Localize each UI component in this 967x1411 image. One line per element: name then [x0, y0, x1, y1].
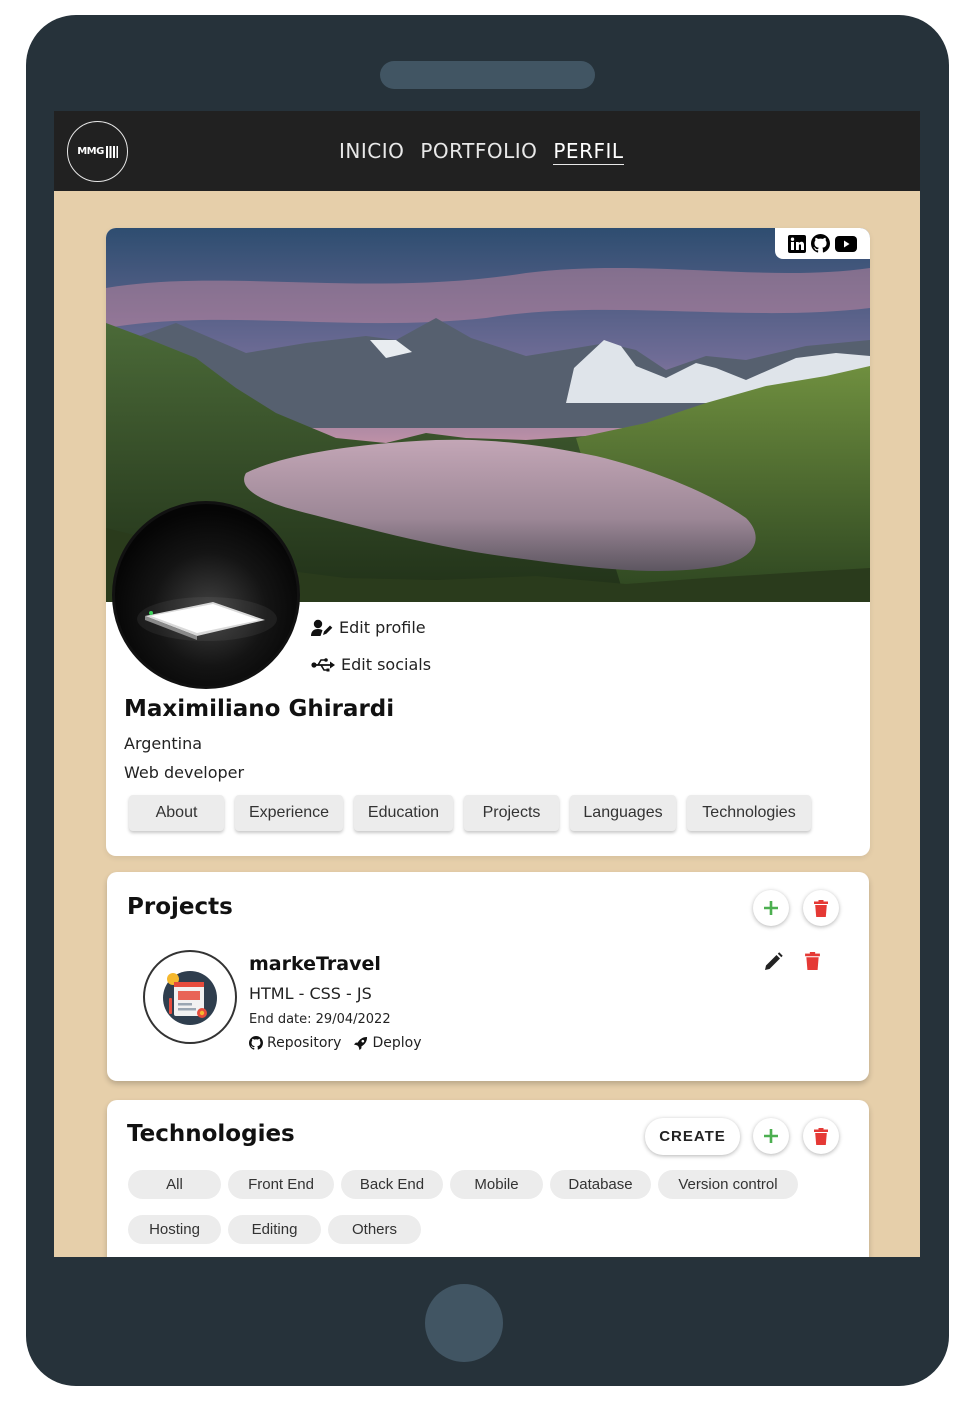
filter-mobile[interactable]: Mobile — [450, 1170, 543, 1199]
tab-technologies[interactable]: Technologies — [687, 795, 811, 831]
filter-others[interactable]: Others — [328, 1215, 421, 1244]
project-end-date: End date: 29/04/2022 — [249, 1012, 391, 1027]
tab-experience[interactable]: Experience — [235, 795, 343, 831]
social-links-box — [775, 228, 870, 259]
delete-projects-button[interactable] — [803, 890, 839, 926]
tab-about[interactable]: About — [129, 795, 224, 831]
edit-socials-link[interactable]: Edit socials — [311, 655, 431, 674]
plus-icon — [764, 901, 778, 915]
project-technologies: HTML - CSS - JS — [249, 984, 372, 1003]
app-screen: MMG INICIO PORTFOLIO PERFIL Edit profile… — [54, 111, 920, 1257]
technologies-title: Technologies — [127, 1121, 295, 1147]
github-icon[interactable] — [811, 234, 830, 253]
project-name: markeTravel — [249, 953, 381, 975]
profile-role: Web developer — [124, 763, 245, 782]
trash-icon — [804, 952, 820, 970]
project-repository-link[interactable]: Repository — [249, 1035, 341, 1051]
youtube-icon[interactable] — [835, 235, 857, 252]
delete-project-button[interactable] — [802, 951, 822, 971]
edit-profile-link[interactable]: Edit profile — [311, 618, 426, 637]
linkedin-icon[interactable] — [788, 234, 806, 253]
filter-front-end[interactable]: Front End — [228, 1170, 334, 1199]
project-links: Repository Deploy — [249, 1035, 421, 1051]
deploy-label: Deploy — [372, 1035, 422, 1051]
filter-version-control[interactable]: Version control — [658, 1170, 798, 1199]
trash-icon — [814, 1127, 828, 1145]
add-technology-button[interactable] — [753, 1118, 789, 1154]
tablet-device-frame: MMG INICIO PORTFOLIO PERFIL Edit profile… — [26, 15, 949, 1386]
tab-education[interactable]: Education — [354, 795, 453, 831]
projects-title: Projects — [127, 894, 233, 920]
project-deploy-link[interactable]: Deploy — [353, 1035, 421, 1051]
nav-link-perfil[interactable]: PERFIL — [553, 139, 624, 165]
tab-projects[interactable]: Projects — [464, 795, 559, 831]
nav-link-inicio[interactable]: INICIO — [339, 139, 404, 165]
edit-profile-label: Edit profile — [339, 618, 426, 637]
nav-link-portfolio[interactable]: PORTFOLIO — [420, 139, 537, 165]
profile-name: Maximiliano Ghirardi — [124, 696, 395, 722]
profile-avatar[interactable] — [112, 501, 300, 689]
repository-label: Repository — [267, 1035, 342, 1051]
add-project-button[interactable] — [753, 890, 789, 926]
profile-country: Argentina — [124, 734, 203, 753]
plus-icon — [764, 1129, 778, 1143]
pencil-icon — [764, 951, 783, 970]
technology-filters-row-2: Hosting Editing Others — [128, 1215, 421, 1244]
logo-bars-icon — [105, 145, 118, 158]
trash-icon — [814, 899, 828, 917]
filter-editing[interactable]: Editing — [228, 1215, 321, 1244]
logo-text: MMG — [77, 146, 104, 157]
project-logo — [143, 950, 237, 1044]
tablet-speaker — [380, 61, 595, 89]
user-edit-icon — [311, 619, 333, 636]
edit-socials-label: Edit socials — [341, 655, 432, 674]
filter-hosting[interactable]: Hosting — [128, 1215, 221, 1244]
github-icon — [249, 1036, 263, 1050]
technology-filters-row-1: All Front End Back End Mobile Database V… — [128, 1170, 798, 1199]
nav-links: INICIO PORTFOLIO PERFIL — [339, 139, 624, 165]
profile-card: Edit profile Edit socials Maximiliano Gh… — [106, 228, 870, 856]
technologies-section: Technologies CREATE All Front End Back E… — [107, 1100, 869, 1257]
tab-languages[interactable]: Languages — [570, 795, 676, 831]
usb-icon — [311, 657, 335, 671]
tablet-home-button[interactable] — [425, 1284, 503, 1362]
profile-section-tabs: About Experience Education Projects Lang… — [129, 795, 811, 831]
edit-project-button[interactable] — [763, 951, 783, 971]
projects-section: Projects markeTravel HTML - CSS - JS End… — [107, 872, 869, 1081]
filter-back-end[interactable]: Back End — [341, 1170, 443, 1199]
filter-all[interactable]: All — [128, 1170, 221, 1199]
web-design-icon — [163, 971, 217, 1025]
delete-technologies-button[interactable] — [803, 1118, 839, 1154]
filter-database[interactable]: Database — [550, 1170, 651, 1199]
top-navbar: MMG INICIO PORTFOLIO PERFIL — [54, 111, 920, 191]
rocket-icon — [354, 1036, 368, 1050]
logo[interactable]: MMG — [67, 121, 128, 182]
create-technology-button[interactable]: CREATE — [645, 1118, 740, 1155]
